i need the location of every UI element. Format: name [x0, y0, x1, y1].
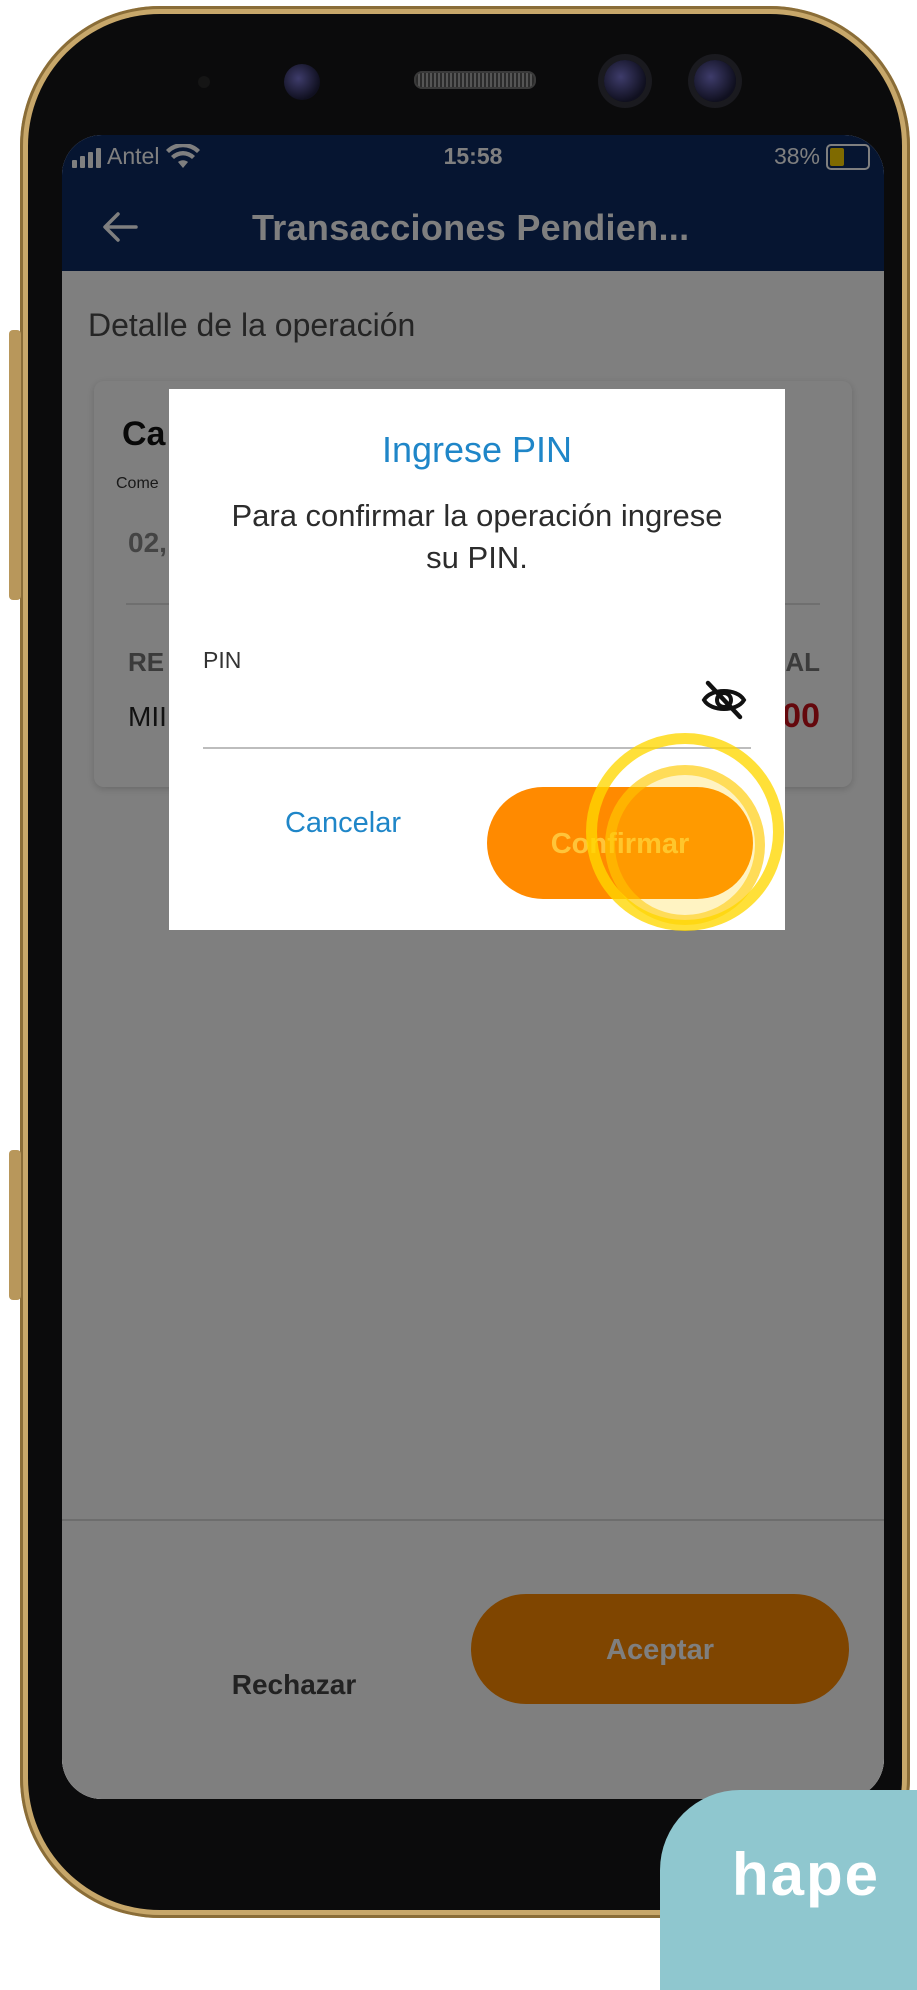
- front-camera-secondary: [694, 60, 736, 102]
- phone-screen: Antel 15:58 38% Transacciones Pendien...…: [62, 135, 884, 1799]
- front-camera: [604, 60, 646, 102]
- volume-button: [9, 330, 21, 600]
- proximity-sensor: [198, 76, 210, 88]
- tap-indicator: [586, 733, 784, 931]
- pin-label: PIN: [203, 647, 242, 673]
- dialog-title: Ingrese PIN: [381, 429, 573, 470]
- dialog-message: Para confirmar la operación ingrese su P…: [231, 498, 723, 575]
- front-sensor: [284, 64, 320, 100]
- power-button: [9, 1150, 21, 1300]
- earpiece-speaker: [414, 71, 536, 89]
- cancel-button[interactable]: Cancelar: [233, 791, 453, 855]
- modal-scrim[interactable]: [62, 135, 884, 1799]
- brand-badge: hape: [660, 1790, 917, 1990]
- brand-badge-text: hape: [732, 1841, 881, 1908]
- pin-input[interactable]: [203, 689, 647, 737]
- eye-off-icon[interactable]: [699, 674, 749, 724]
